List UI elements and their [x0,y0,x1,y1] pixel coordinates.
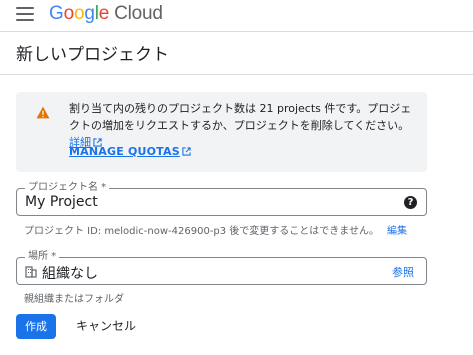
edit-project-id-link[interactable]: 編集 [387,226,407,237]
create-button[interactable]: 作成 [16,314,56,339]
cancel-button[interactable]: キャンセル [76,314,136,339]
location-field[interactable]: 場所 * 組織なし 参照 [16,250,427,285]
page-title: 新しいプロジェクト [16,45,169,65]
help-icon[interactable]: ? [404,196,417,209]
hamburger-menu-icon[interactable] [16,7,34,21]
project-id-hint: プロジェクト ID: melodic-now-426900-p3 後で変更するこ… [24,226,408,237]
external-link-icon [182,147,191,156]
header-divider [0,31,473,32]
browse-button[interactable]: 参照 [392,264,414,280]
organization-building-icon [25,266,37,278]
notice-text: 割り当て内の残りのプロジェクト数は 21 projects 件です。プロジェクト… [69,102,412,132]
quota-notice: 割り当て内の残りのプロジェクト数は 21 projects 件です。プロジェクト… [16,92,427,172]
manage-quotas-link[interactable]: MANAGE QUOTAS [69,145,191,158]
project-name-field[interactable]: プロジェクト名 * My Project ? [16,181,427,216]
location-hint: 親組織またはフォルダ [24,294,124,305]
top-bar: Google Cloud [0,0,473,30]
notice-message: 割り当て内の残りのプロジェクト数は 21 projects 件です。プロジェクト… [69,100,419,151]
project-name-label: プロジェクト名 * [25,181,110,195]
location-value: 組織なし [42,266,98,282]
location-label: 場所 * [25,250,60,264]
project-name-input[interactable]: My Project [25,194,98,210]
warning-icon [36,106,50,119]
google-cloud-logo[interactable]: Google Cloud [49,3,163,25]
title-divider [0,74,473,75]
